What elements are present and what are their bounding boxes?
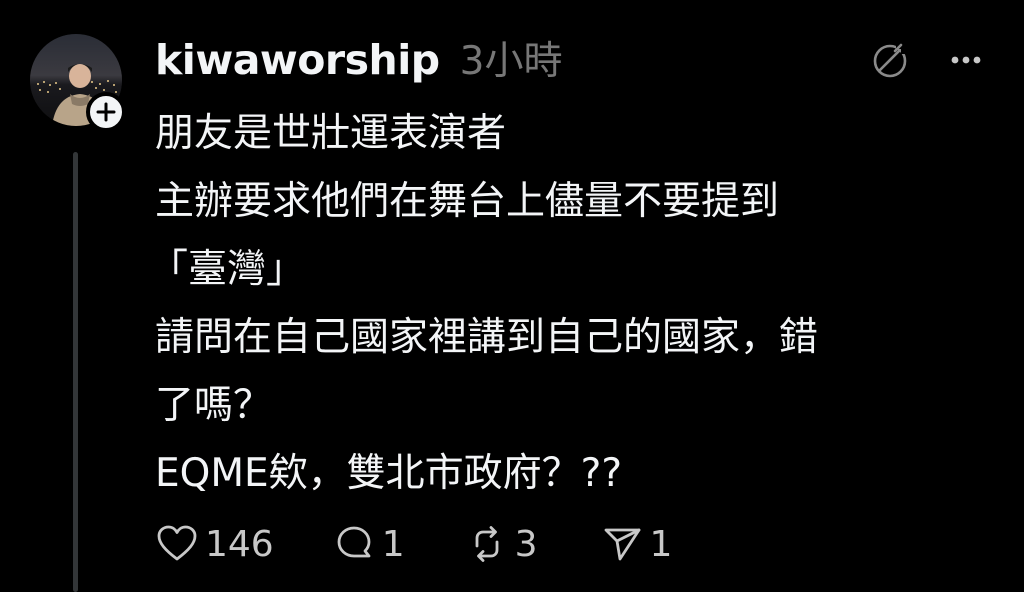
follow-button[interactable] <box>86 92 126 132</box>
post-line-4: 請問在自己國家裡講到自己的國家，錯 <box>155 315 819 360</box>
post-body: 朋友是世壯運表演者 主辦要求他們在舞台上儘量不要提到 「臺灣」 請問在自己國家裡… <box>149 100 985 508</box>
repost-count: 3 <box>514 523 538 565</box>
share-button[interactable]: 1 <box>600 522 673 566</box>
translate-button[interactable] <box>868 38 912 82</box>
username[interactable]: kiwaworship <box>155 36 440 84</box>
repost-icon <box>475 526 499 562</box>
translate-icon <box>873 43 907 78</box>
comment-icon <box>337 526 371 558</box>
post-line-1: 朋友是世壯運表演者 <box>155 111 507 156</box>
thread-post: kiwaworship 3小時 朋友是世壯運表演者 主辦要求他們在舞台上儘量不要… <box>0 0 1024 592</box>
send-icon <box>604 528 640 561</box>
like-button[interactable]: 146 <box>155 522 274 566</box>
like-count: 146 <box>205 523 274 565</box>
post-line-2: 主辦要求他們在舞台上儘量不要提到 <box>155 179 780 224</box>
heart-icon <box>157 525 197 561</box>
reply-button[interactable]: 1 <box>332 522 405 566</box>
plus-icon <box>96 102 116 122</box>
more-options-button[interactable] <box>944 38 988 82</box>
reply-count: 1 <box>381 523 405 565</box>
more-icon <box>951 56 981 64</box>
post-line-6: EQME欸，雙北市政府？?? <box>155 451 623 496</box>
thread-line <box>73 152 78 592</box>
post-line-5: 了嗎？ <box>155 383 273 428</box>
post-line-3: 「臺灣」 <box>149 247 306 292</box>
post-header: kiwaworship 3小時 <box>155 30 562 90</box>
repost-button[interactable]: 3 <box>465 522 538 566</box>
avatar-container[interactable] <box>30 34 126 132</box>
post-actions: 146 1 3 1 <box>155 517 702 571</box>
timestamp[interactable]: 3小時 <box>460 30 563 86</box>
share-count: 1 <box>649 523 673 565</box>
